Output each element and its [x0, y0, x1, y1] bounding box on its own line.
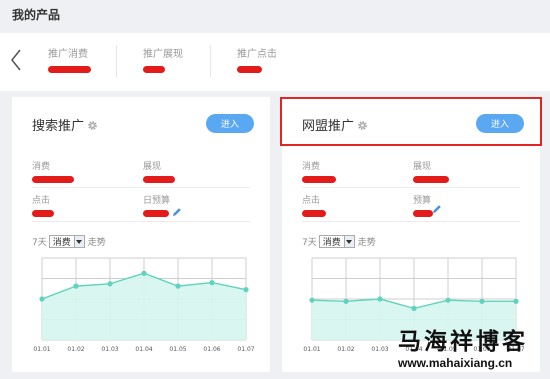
- edit-pencil-icon[interactable]: [172, 207, 182, 217]
- summary-bar: 推广消费 推广展现 推广点击: [0, 33, 550, 91]
- stat-label: 消费: [302, 162, 321, 172]
- stat-daily-budget: 日预算: [143, 193, 170, 217]
- stat-clicks: 点击: [32, 193, 54, 217]
- data-point: [209, 280, 215, 286]
- stat-impressions: 展现: [143, 159, 175, 183]
- data-point: [377, 296, 383, 302]
- data-point: [479, 298, 485, 304]
- period-label: 7天: [32, 238, 47, 248]
- x-tick-label: 01.07: [237, 346, 254, 353]
- stat-value-redacted: [143, 176, 175, 183]
- chevron-down-icon: [73, 236, 84, 247]
- divider: [302, 187, 520, 188]
- period-label: 7天: [302, 238, 317, 248]
- summary-spend-value-redacted: [48, 66, 91, 73]
- stat-label: 展现: [413, 162, 432, 172]
- summary-spend-label: 推广消费: [48, 49, 88, 60]
- gear-icon[interactable]: [87, 120, 98, 131]
- stat-budget: 预算: [413, 193, 433, 217]
- x-tick-label: 01.03: [101, 346, 118, 353]
- card-title: 网盟推广: [302, 115, 368, 134]
- data-point: [107, 281, 113, 287]
- summary-impressions: 推广展现: [143, 45, 183, 73]
- trend-label: 走势: [87, 238, 106, 248]
- summary-clicks-value-redacted: [237, 66, 262, 73]
- data-point: [445, 297, 451, 303]
- x-tick-label: 01.02: [337, 346, 354, 353]
- summary-clicks-label: 推广点击: [237, 49, 277, 60]
- gear-icon[interactable]: [357, 120, 368, 131]
- edit-pencil-icon[interactable]: [432, 204, 442, 214]
- data-point: [73, 283, 79, 289]
- data-point: [411, 305, 417, 311]
- x-tick-label: 01.01: [303, 346, 320, 353]
- chevron-left-icon[interactable]: [10, 49, 22, 71]
- watermark-text: 马海祥博客: [398, 328, 528, 355]
- stat-value-redacted: [302, 210, 326, 217]
- data-point: [513, 298, 519, 304]
- data-point: [243, 287, 249, 293]
- metric-select[interactable]: 消费: [318, 235, 355, 248]
- summary-impressions-label: 推广展现: [143, 49, 183, 60]
- stat-spend: 消费: [32, 159, 74, 183]
- divider: [302, 221, 520, 222]
- trend-label: 走势: [357, 238, 376, 248]
- stat-label: 展现: [143, 162, 162, 172]
- metric-select-value: 消费: [52, 238, 71, 248]
- stat-spend: 消费: [302, 159, 336, 183]
- x-tick-label: 01.04: [135, 346, 152, 353]
- page-title: 我的产品: [12, 8, 61, 22]
- stat-label: 消费: [32, 162, 51, 172]
- trend-filter: 7天 消费 走势: [32, 235, 106, 248]
- metric-select[interactable]: 消费: [48, 235, 85, 248]
- divider: [210, 45, 211, 77]
- trend-filter: 7天 消费 走势: [302, 235, 376, 248]
- card-title: 搜索推广: [32, 115, 98, 134]
- stat-label: 日预算: [143, 196, 171, 206]
- stat-label: 点击: [32, 196, 51, 206]
- stat-label: 点击: [302, 196, 321, 206]
- stat-value-redacted: [413, 176, 449, 183]
- stat-impressions: 展现: [413, 159, 449, 183]
- divider: [32, 187, 250, 188]
- enter-button[interactable]: 进入: [206, 114, 254, 133]
- trend-chart: 01.01 01.02 01.03 01.04 01.05 01.06 01.07: [33, 257, 255, 353]
- watermark-url: www.mahaixiang.cn: [398, 356, 513, 370]
- stat-value-redacted: [32, 210, 54, 217]
- divider: [32, 221, 250, 222]
- card-header: 搜索推广 进入: [12, 97, 270, 149]
- divider: [116, 45, 117, 77]
- summary-spend: 推广消费: [48, 45, 91, 73]
- stat-value-redacted: [143, 210, 169, 217]
- x-tick-label: 01.03: [371, 346, 388, 353]
- stat-clicks: 点击: [302, 193, 326, 217]
- stat-label: 预算: [413, 196, 432, 206]
- data-point: [175, 283, 181, 289]
- stat-value-redacted: [413, 210, 433, 217]
- chevron-down-icon: [343, 236, 354, 247]
- search-promotion-card: 搜索推广 进入 消费 展现 点击 日预算 7天 消费 走势 01.01 01.02…: [12, 97, 270, 372]
- summary-clicks: 推广点击: [237, 45, 277, 73]
- data-point: [39, 296, 45, 302]
- data-point: [141, 270, 147, 276]
- x-tick-label: 01.05: [169, 346, 186, 353]
- stat-value-redacted: [32, 176, 74, 183]
- enter-button[interactable]: 进入: [476, 114, 524, 133]
- summary-impressions-value-redacted: [143, 66, 165, 73]
- x-tick-label: 01.02: [67, 346, 84, 353]
- x-tick-label: 01.06: [203, 346, 220, 353]
- data-point: [309, 297, 315, 303]
- metric-select-value: 消费: [322, 238, 341, 248]
- x-tick-label: 01.01: [33, 346, 50, 353]
- data-point: [343, 298, 349, 304]
- stat-value-redacted: [302, 176, 336, 183]
- card-header: 网盟推广 进入: [282, 97, 540, 149]
